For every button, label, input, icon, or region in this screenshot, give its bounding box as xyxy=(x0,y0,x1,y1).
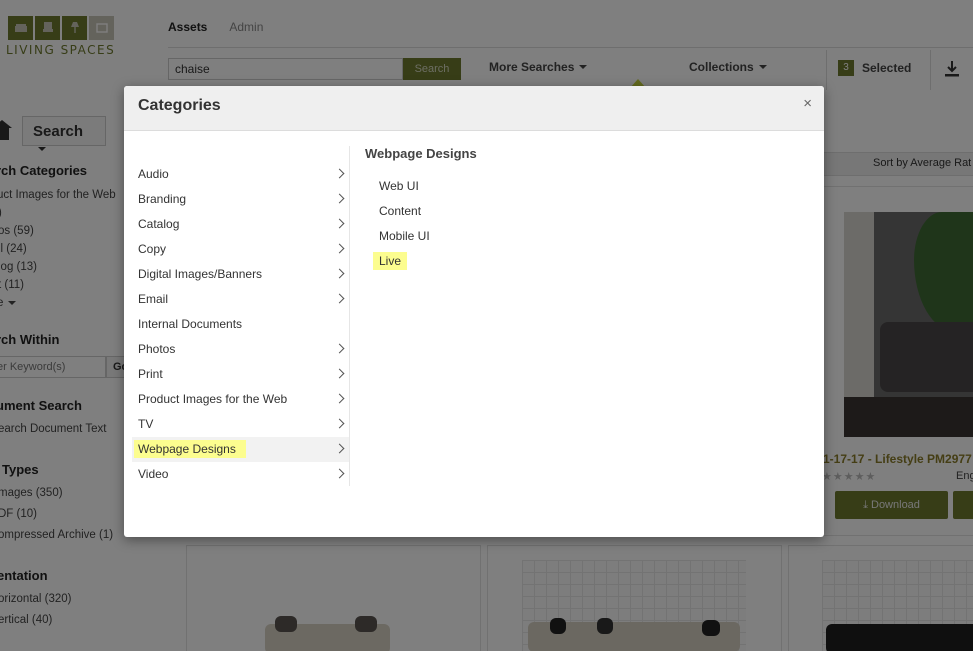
close-icon[interactable]: × xyxy=(803,96,812,111)
chevron-right-icon xyxy=(334,368,345,379)
category-item-print[interactable]: Print xyxy=(132,362,349,387)
category-item-copy[interactable]: Copy xyxy=(132,237,349,262)
chevron-right-icon xyxy=(334,293,345,304)
column-divider xyxy=(349,146,350,486)
chevron-right-icon xyxy=(334,418,345,429)
subcategory-item-content[interactable]: Content xyxy=(373,199,430,224)
modal-header: Categories × xyxy=(124,86,824,131)
category-label: Digital Images/Banners xyxy=(138,267,263,281)
category-item-webpage-designs[interactable]: Webpage Designs xyxy=(132,437,349,462)
chevron-right-icon xyxy=(334,393,345,404)
category-label: Photos xyxy=(138,342,176,356)
category-label: Copy xyxy=(138,242,167,256)
category-item-email[interactable]: Email xyxy=(132,287,349,312)
category-item-branding[interactable]: Branding xyxy=(132,187,349,212)
subcategory-list: Web UI Content Mobile UI Live xyxy=(373,174,430,274)
category-item-tv[interactable]: TV xyxy=(132,412,349,437)
subcategory-label: Mobile UI xyxy=(379,229,430,243)
category-label: Branding xyxy=(138,192,187,206)
category-label: Internal Documents xyxy=(138,317,243,331)
category-list: Audio Branding Catalog Copy Digital Imag… xyxy=(132,162,349,487)
modal-title: Categories xyxy=(138,97,221,114)
chevron-right-icon xyxy=(334,168,345,179)
chevron-right-icon xyxy=(334,193,345,204)
category-label: Webpage Designs xyxy=(134,440,246,458)
chevron-right-icon xyxy=(334,468,345,479)
category-label: Video xyxy=(138,467,169,481)
category-label: Print xyxy=(138,367,163,381)
category-item-digital-images-banners[interactable]: Digital Images/Banners xyxy=(132,262,349,287)
category-item-internal-documents[interactable]: Internal Documents xyxy=(132,312,349,337)
chevron-right-icon xyxy=(334,218,345,229)
category-label: Audio xyxy=(138,167,169,181)
subcategory-title: Webpage Designs xyxy=(365,146,477,161)
subcategory-label: Live xyxy=(373,252,408,270)
categories-modal: Categories × Audio Branding Catalog Copy… xyxy=(124,86,824,537)
subcategory-item-web-ui[interactable]: Web UI xyxy=(373,174,430,199)
subcategory-item-mobile-ui[interactable]: Mobile UI xyxy=(373,224,430,249)
category-item-catalog[interactable]: Catalog xyxy=(132,212,349,237)
category-label: TV xyxy=(138,417,154,431)
chevron-right-icon xyxy=(334,343,345,354)
category-item-audio[interactable]: Audio xyxy=(132,162,349,187)
subcategory-label: Content xyxy=(379,204,422,218)
subcategory-item-live[interactable]: Live xyxy=(373,249,430,274)
category-label: Product Images for the Web xyxy=(138,392,288,406)
chevron-right-icon xyxy=(334,443,345,454)
category-item-product-images-for-the-web[interactable]: Product Images for the Web xyxy=(132,387,349,412)
category-label: Catalog xyxy=(138,217,180,231)
chevron-right-icon xyxy=(334,243,345,254)
category-item-video[interactable]: Video xyxy=(132,462,349,487)
category-label: Email xyxy=(138,292,169,306)
category-item-photos[interactable]: Photos xyxy=(132,337,349,362)
chevron-right-icon xyxy=(334,268,345,279)
subcategory-label: Web UI xyxy=(379,179,419,193)
